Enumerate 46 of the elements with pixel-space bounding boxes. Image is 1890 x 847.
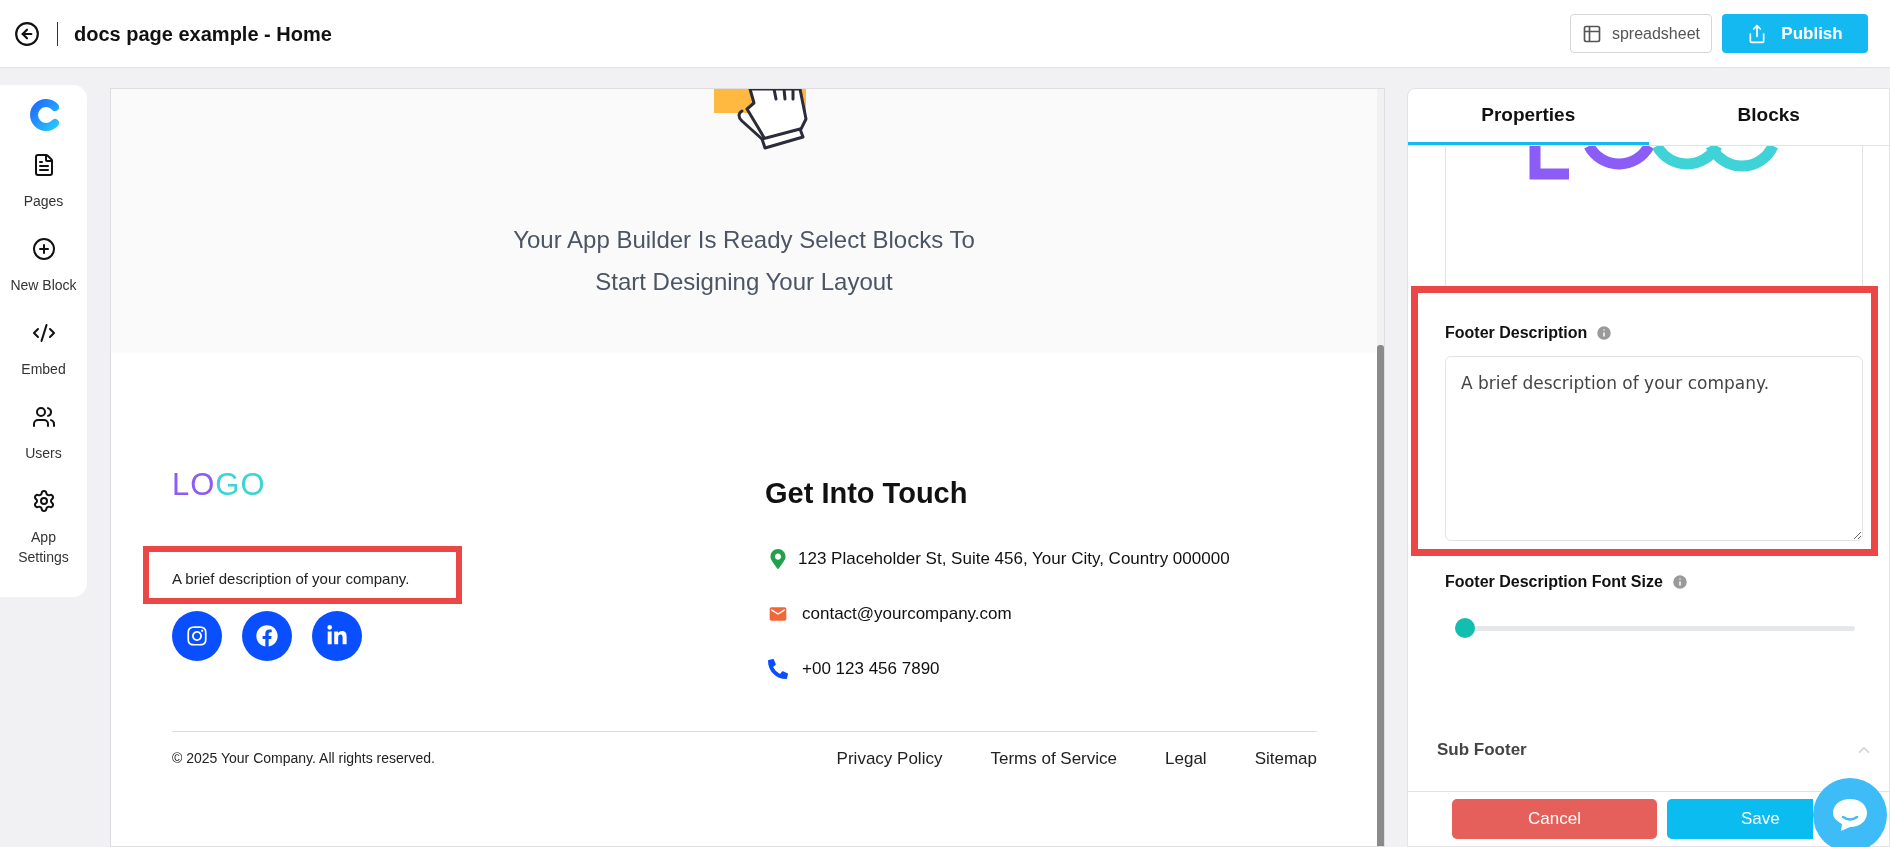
users-icon [31,405,56,429]
page-title: docs page example - Home [74,21,332,47]
hero-text: Your App Builder Is Ready Select Blocks To Start Designing Your Layout [512,225,976,297]
footer-description: A brief description of your company. [172,569,410,589]
instagram-icon [186,625,208,647]
app-logo-icon [28,99,59,131]
sidebar-item[interactable]: App Settings [0,489,87,567]
slider-thumb[interactable] [1455,618,1475,638]
social-button[interactable] [242,611,292,661]
social-button[interactable] [312,611,362,661]
chat-bubble-icon [1831,797,1869,833]
copyright-text: © 2025 Your Company. All rights reserved. [172,749,435,769]
footer-link[interactable]: Privacy Policy [836,746,943,772]
map-pin-icon [768,549,788,569]
facebook-icon [256,625,278,647]
linkedin-icon [326,625,348,647]
field-label: Footer Description [1445,323,1588,343]
panel-tab[interactable]: Properties [1408,89,1649,145]
back-icon[interactable] [14,20,40,47]
sidebar-item[interactable]: Embed [0,321,87,379]
code-icon [31,321,56,345]
info-icon [1595,324,1614,342]
plus-circle-icon [31,237,56,261]
spreadsheet-button[interactable]: spreadsheet [1569,14,1712,53]
sidebar-item[interactable]: New Block [0,237,87,295]
settings-icon [31,489,56,513]
description-textarea[interactable]: A brief description of your company. [1445,356,1863,541]
contact-text: +00 123 456 7890 [802,658,940,681]
field-label: Footer Description Font Size [1445,572,1663,592]
envelope-icon [768,604,788,624]
share-icon [1747,23,1768,44]
phone-icon [768,659,788,679]
footer-logo: LOGO [172,467,266,503]
social-button[interactable] [172,611,222,661]
table-icon [1581,23,1602,44]
section-title: Sub Footer [1437,739,1527,761]
sidebar-item[interactable]: Users [0,405,87,463]
panel-tab[interactable]: Blocks [1648,89,1889,145]
info-icon [1670,573,1689,591]
footer-link[interactable]: Sitemap [1254,746,1317,772]
sidebar-item[interactable]: Pages [0,153,87,211]
contact-text: contact@yourcompany.com [802,603,1012,626]
footer-link[interactable]: Terms of Service [990,746,1117,772]
footer-link[interactable]: Legal [1165,746,1207,772]
contact-heading: Get Into Touch [765,476,969,511]
contact-text: 123 Placeholder St, Suite 456, Your City, Country 000000 [798,548,1230,571]
